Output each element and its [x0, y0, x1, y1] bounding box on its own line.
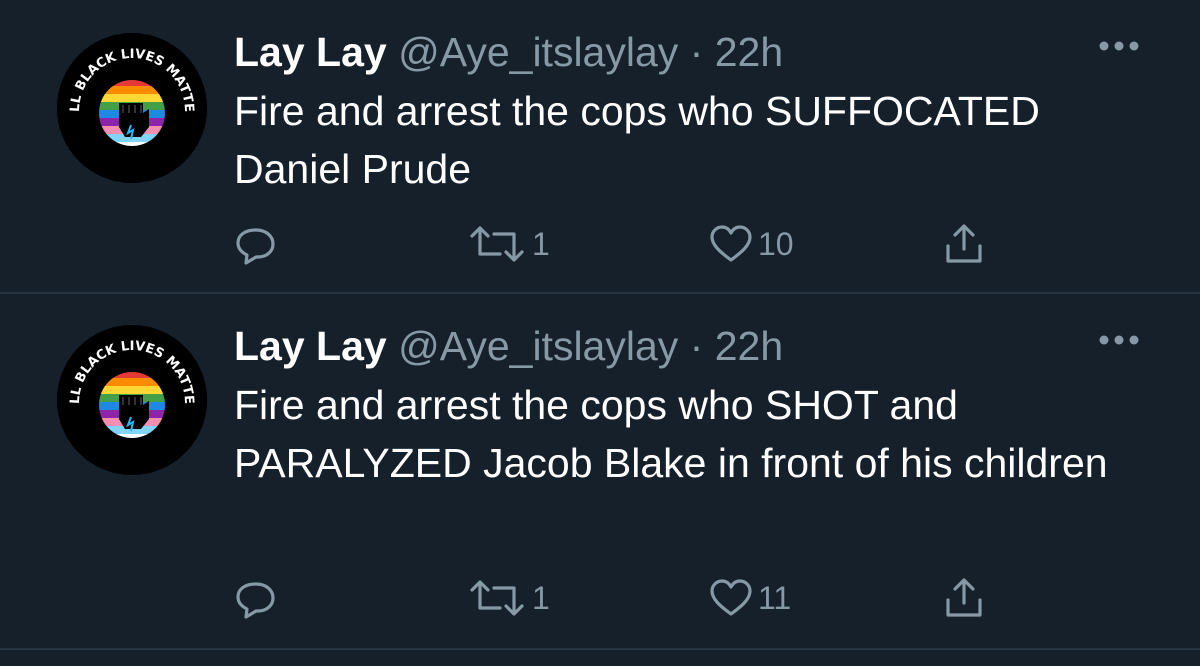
all-black-lives-matter-logo: ALL BLACK LIVES MATTER [57, 325, 207, 475]
avatar[interactable]: ALL BLACK LIVES MATTER [57, 33, 207, 183]
avatar[interactable]: ALL BLACK LIVES MATTER [57, 325, 207, 475]
all-black-lives-matter-logo: ALL BLACK LIVES MATTER [57, 33, 207, 183]
retweet-button[interactable]: 1 [466, 222, 550, 266]
display-name[interactable]: Lay Lay [234, 323, 387, 369]
separator: · [689, 323, 704, 369]
retweet-count: 1 [532, 225, 550, 262]
heart-icon [710, 225, 752, 262]
share-icon [946, 578, 982, 617]
handle[interactable]: @Aye_itslaylay [398, 323, 678, 369]
timeline: ALL BLACK LIVES MATTER Lay Lay @Aye_itsl… [0, 0, 1200, 666]
handle[interactable]: @Aye_itslaylay [398, 29, 678, 75]
timestamp[interactable]: 22h [715, 323, 783, 369]
retweet-icon [470, 226, 524, 262]
share-icon [946, 224, 982, 263]
like-button[interactable]: 10 [708, 222, 794, 266]
tweet-text: Fire and arrest the cops who SUFFOCATED … [234, 88, 1040, 192]
share-button[interactable] [942, 222, 986, 266]
separator: · [689, 29, 704, 75]
reply-icon [236, 582, 275, 619]
like-count: 11 [758, 579, 792, 616]
tweet-actions: 1 11 [234, 576, 1034, 620]
like-count: 10 [758, 225, 794, 262]
tweet-text: Fire and arrest the cops who SHOT and PA… [234, 382, 1108, 486]
more-icon[interactable] [1098, 334, 1140, 346]
reply-icon [236, 228, 275, 265]
retweet-count: 1 [532, 579, 550, 616]
reply-button[interactable] [234, 222, 278, 266]
divider [0, 648, 1200, 650]
reply-button[interactable] [234, 576, 278, 620]
retweet-icon [470, 580, 524, 616]
tweet[interactable]: ALL BLACK LIVES MATTER Lay Lay @Aye_itsl… [0, 294, 1200, 648]
tweet-actions: 1 10 [234, 222, 1034, 266]
tweet[interactable]: ALL BLACK LIVES MATTER Lay Lay @Aye_itsl… [0, 0, 1200, 293]
heart-icon [710, 579, 752, 616]
tweet-header: Lay Lay @Aye_itslaylay · 22h [234, 321, 783, 371]
tweet-header: Lay Lay @Aye_itslaylay · 22h [234, 27, 783, 77]
timestamp[interactable]: 22h [715, 29, 783, 75]
retweet-button[interactable]: 1 [466, 576, 550, 620]
more-icon[interactable] [1098, 40, 1140, 52]
share-button[interactable] [942, 576, 986, 620]
display-name[interactable]: Lay Lay [234, 29, 387, 75]
like-button[interactable]: 11 [708, 576, 791, 620]
